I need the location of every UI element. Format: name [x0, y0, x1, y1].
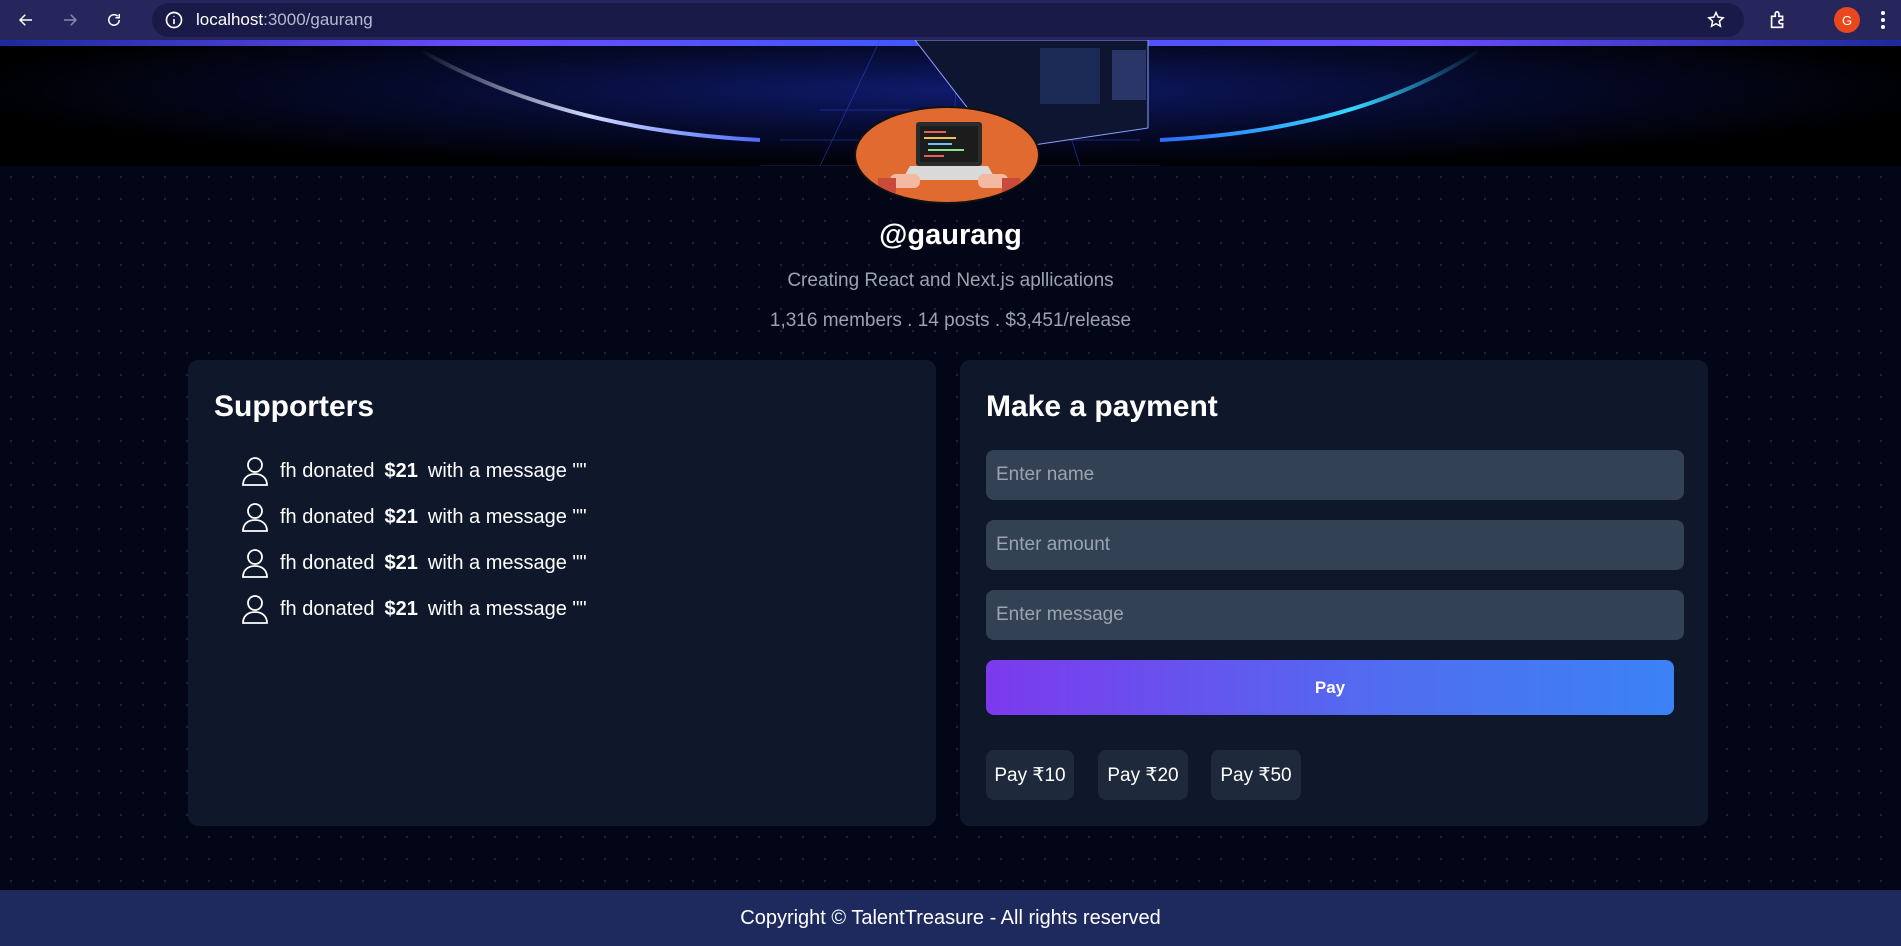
- name-input[interactable]: [986, 450, 1684, 500]
- pay-button[interactable]: Pay: [986, 660, 1674, 715]
- supporter-amount: $21: [384, 459, 418, 482]
- supporter-message: with a message "": [427, 459, 587, 482]
- forward-arrow-icon: [64, 14, 78, 26]
- user-icon: [242, 549, 268, 578]
- user-icon: [242, 457, 268, 486]
- footer: Copyright © TalentTreasure - All rights …: [0, 890, 1901, 946]
- browser-toolbar: localhost:3000/gaurang G: [0, 0, 1901, 40]
- supporter-message: with a message "": [427, 597, 587, 620]
- supporter-verb: donated: [302, 459, 375, 482]
- info-icon[interactable]: [164, 10, 184, 30]
- footer-copyright: Copyright © TalentTreasure - All rights …: [740, 906, 1161, 929]
- profile-avatar[interactable]: G: [1834, 7, 1860, 33]
- extensions-icon[interactable]: [1767, 9, 1789, 31]
- profile-bio: Creating React and Next.js apllications: [787, 270, 1114, 291]
- supporter-amount: $21: [384, 551, 418, 574]
- supporter-name: fh: [280, 551, 297, 574]
- supporter-item: fh donated $21 with a message "": [240, 494, 587, 540]
- profile-picture: [854, 106, 1040, 204]
- supporter-verb: donated: [302, 597, 375, 620]
- address-bar[interactable]: localhost:3000/gaurang: [152, 3, 1744, 37]
- menu-dots-icon[interactable]: [1880, 10, 1886, 30]
- supporter-item: fh donated $21 with a message "": [240, 540, 587, 586]
- back-button[interactable]: [8, 2, 44, 38]
- supporter-name: fh: [280, 505, 297, 528]
- supporter-item: fh donated $21 with a message "": [240, 448, 587, 494]
- supporter-message: with a message "": [427, 551, 587, 574]
- supporters-title: Supporters: [214, 390, 375, 423]
- supporter-amount: $21: [384, 505, 418, 528]
- reload-icon: [108, 13, 120, 26]
- supporter-name: fh: [280, 597, 297, 620]
- message-input[interactable]: [986, 590, 1684, 640]
- payment-title: Make a payment: [986, 390, 1218, 423]
- reload-button[interactable]: [96, 2, 132, 38]
- profile-handle: @gaurang: [879, 219, 1022, 251]
- url-path: :3000/gaurang: [263, 10, 373, 29]
- pay-10-button[interactable]: Pay ₹10: [986, 750, 1074, 800]
- supporter-message: with a message "": [427, 505, 587, 528]
- supporter-verb: donated: [302, 505, 375, 528]
- url-host: localhost: [196, 10, 264, 29]
- supporter-item: fh donated $21 with a message "": [240, 586, 587, 632]
- star-icon[interactable]: [1706, 10, 1726, 30]
- forward-button[interactable]: [52, 2, 88, 38]
- user-icon: [242, 595, 268, 624]
- amount-input[interactable]: [986, 520, 1684, 570]
- url-text: localhost:3000/gaurang: [196, 10, 373, 30]
- supporter-name: fh: [280, 459, 297, 482]
- laptop-illustration-icon: [878, 122, 1020, 196]
- profile-stats: 1,316 members . 14 posts . $3,451/releas…: [769, 310, 1132, 331]
- back-arrow-icon: [18, 14, 32, 26]
- supporters-card: Supporters fh donated $21 with a message…: [188, 360, 936, 826]
- supporter-verb: donated: [302, 551, 375, 574]
- supporter-amount: $21: [384, 597, 418, 620]
- pay-20-button[interactable]: Pay ₹20: [1098, 750, 1188, 800]
- user-icon: [242, 503, 268, 532]
- payment-card: Make a payment Pay Pay ₹10 Pay ₹20 Pay ₹…: [960, 360, 1708, 826]
- supporters-list: fh donated $21 with a message "" fh dona…: [240, 448, 587, 632]
- pay-50-button[interactable]: Pay ₹50: [1211, 750, 1301, 800]
